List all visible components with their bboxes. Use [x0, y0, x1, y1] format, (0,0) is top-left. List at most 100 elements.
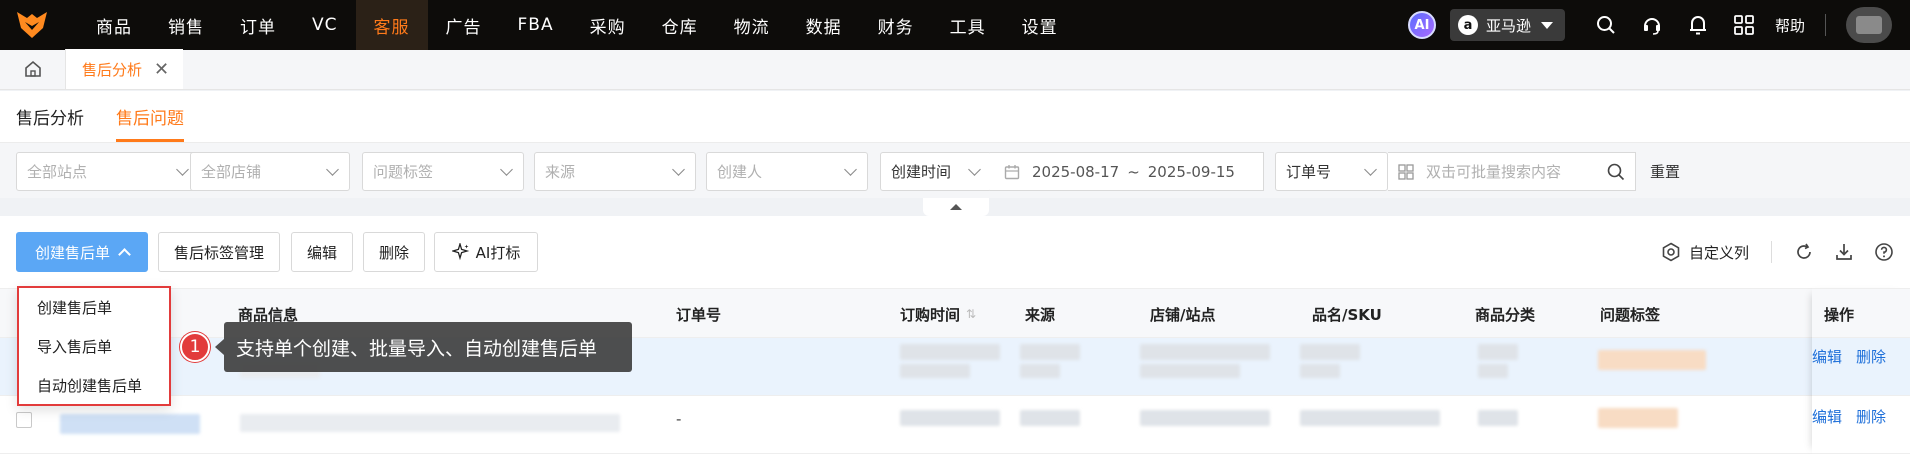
nav-item[interactable]: 商品 — [64, 0, 150, 50]
grid-icon — [1398, 163, 1414, 180]
ai-tag-button[interactable]: AI打标 — [434, 232, 538, 272]
marketplace-selector[interactable]: a 亚马逊 — [1449, 9, 1565, 41]
top-nav: 商品 销售 订单 VC 客服 广告 FBA 采购 仓库 物流 数据 财务 工具 设置 AI a 亚马逊 帮… — [0, 0, 1910, 50]
filter-bar: 全部站点 全部店铺 问题标签 来源 创建人 创建时间 2025-08-17 ~ … — [0, 142, 1910, 198]
sub-tabs: 售后分析 售后问题 — [0, 91, 1910, 142]
nav-item[interactable]: VC — [294, 0, 356, 50]
chevron-down-icon — [176, 163, 189, 176]
ai-assistant-icon[interactable]: AI — [1407, 11, 1436, 39]
chevron-down-icon — [844, 163, 857, 176]
search-icon — [1607, 163, 1625, 181]
callout-number-badge: 1 — [180, 332, 210, 362]
source-select[interactable]: 来源 — [534, 152, 696, 191]
nav-item[interactable]: 物流 — [716, 0, 788, 50]
date-range-picker[interactable]: 2025-08-17 ~ 2025-09-15 — [990, 152, 1264, 191]
page-tab-strip: 售后分析 ✕ — [0, 49, 1910, 90]
col-category: 商品分类 — [1475, 305, 1536, 324]
col-order-no: 订单号 — [676, 305, 722, 324]
menu-item-create[interactable]: 创建售后单 — [19, 288, 169, 327]
creator-select[interactable]: 创建人 — [706, 152, 868, 191]
ai-tag-label: AI打标 — [475, 243, 521, 262]
nav-item[interactable]: 销售 — [150, 0, 222, 50]
nav-right: AI a 亚马逊 帮助 — [1407, 0, 1910, 50]
nav-item[interactable]: 订单 — [222, 0, 294, 50]
shop-select[interactable]: 全部店铺 — [190, 152, 350, 191]
avatar[interactable] — [1846, 7, 1892, 43]
batch-search-input[interactable]: 双击可批量搜索内容 — [1388, 152, 1636, 191]
edit-button[interactable]: 编辑 — [291, 232, 353, 272]
menu-item-auto-create[interactable]: 自动创建售后单 — [19, 366, 169, 405]
search-placeholder: 双击可批量搜索内容 — [1426, 163, 1562, 181]
col-shop-site: 店铺/站点 — [1150, 305, 1216, 324]
nav-item[interactable]: 采购 — [572, 0, 644, 50]
tag-select[interactable]: 问题标签 — [362, 152, 524, 191]
home-tab[interactable] — [0, 49, 66, 89]
tag-select-placeholder: 问题标签 — [373, 163, 434, 181]
apps-grid-icon[interactable] — [1724, 0, 1764, 50]
order-type-select[interactable]: 订单号 — [1275, 152, 1388, 191]
col-order-time[interactable]: 订购时间 ⇅ — [900, 289, 976, 339]
callout-tooltip: 支持单个创建、批量导入、自动创建售后单 — [215, 322, 632, 372]
col-order-time-label: 订购时间 — [900, 305, 961, 324]
create-after-sales-button[interactable]: 创建售后单 — [16, 232, 148, 272]
date-end: 2025-09-15 — [1147, 162, 1235, 181]
row-delete-link[interactable]: 删除 — [1856, 406, 1886, 427]
app-logo[interactable] — [0, 0, 64, 50]
time-type-value: 创建时间 — [891, 163, 952, 181]
reset-button[interactable]: 重置 — [1650, 152, 1680, 191]
site-select-placeholder: 全部站点 — [27, 163, 88, 181]
page-tab-after-sales[interactable]: 售后分析 ✕ — [66, 49, 184, 89]
right-tools: 自定义列 — [1661, 232, 1910, 272]
nav-item[interactable]: 广告 — [428, 0, 500, 50]
row-delete-link[interactable]: 删除 — [1856, 346, 1886, 367]
close-icon[interactable]: ✕ — [154, 59, 169, 80]
custom-columns-label: 自定义列 — [1688, 243, 1749, 262]
row-actions: 编辑 删除 — [1812, 346, 1886, 367]
divider — [1771, 241, 1772, 263]
tab-after-sales-issues[interactable]: 售后问题 — [100, 91, 200, 142]
nav-item[interactable]: 仓库 — [644, 0, 716, 50]
chevron-down-icon — [968, 163, 981, 176]
time-type-select[interactable]: 创建时间 — [880, 152, 992, 191]
help-link[interactable]: 帮助 — [1775, 15, 1805, 36]
chevron-up-icon — [118, 247, 131, 261]
help-icon[interactable] — [1870, 238, 1898, 266]
delete-button[interactable]: 删除 — [363, 232, 425, 272]
creator-select-placeholder: 创建人 — [717, 163, 763, 181]
tab-label: 售后问题 — [116, 109, 184, 129]
calendar-icon — [1004, 164, 1020, 179]
divider — [1825, 14, 1826, 36]
nav-item[interactable]: 数据 — [788, 0, 860, 50]
refresh-icon[interactable] — [1790, 238, 1818, 266]
settings-icon — [1662, 242, 1680, 262]
tab-label: 售后分析 — [16, 109, 84, 129]
site-select[interactable]: 全部站点 — [16, 152, 200, 191]
main-panel: 创建售后单 售后标签管理 编辑 删除 AI打标 自定义列 商品信息 订单号 订购… — [0, 216, 1910, 454]
row-actions: 编辑 删除 — [1812, 406, 1886, 427]
source-select-placeholder: 来源 — [545, 163, 576, 181]
shop-select-placeholder: 全部店铺 — [201, 163, 262, 181]
download-icon[interactable] — [1830, 238, 1858, 266]
nav-item[interactable]: FBA — [500, 0, 572, 50]
nav-item[interactable]: 财务 — [860, 0, 932, 50]
custom-columns-button[interactable]: 自定义列 — [1661, 242, 1749, 263]
sort-icon[interactable]: ⇅ — [966, 307, 976, 321]
table-row[interactable]: - 编辑 删除 — [0, 396, 1910, 454]
tab-after-sales-analysis[interactable]: 售后分析 — [0, 91, 100, 142]
nav-item[interactable]: 工具 — [932, 0, 1004, 50]
row-edit-link[interactable]: 编辑 — [1812, 346, 1842, 367]
bell-icon[interactable] — [1678, 0, 1718, 50]
sparkle-icon — [451, 243, 469, 261]
home-icon — [24, 60, 41, 77]
row-edit-link[interactable]: 编辑 — [1812, 406, 1842, 427]
tag-manage-button[interactable]: 售后标签管理 — [158, 232, 280, 272]
headset-icon[interactable] — [1632, 0, 1672, 50]
search-icon[interactable] — [1586, 0, 1626, 50]
nav-item[interactable]: 客服 — [355, 0, 428, 50]
nav-item[interactable]: 设置 — [1004, 0, 1076, 50]
nav-menu: 商品 销售 订单 VC 客服 广告 FBA 采购 仓库 物流 数据 财务 工具 设置 — [64, 0, 1076, 50]
chevron-up-icon — [950, 204, 962, 210]
date-start: 2025-08-17 — [1032, 162, 1120, 181]
collapse-filter-toggle[interactable] — [923, 198, 989, 216]
menu-item-import[interactable]: 导入售后单 — [19, 327, 169, 366]
